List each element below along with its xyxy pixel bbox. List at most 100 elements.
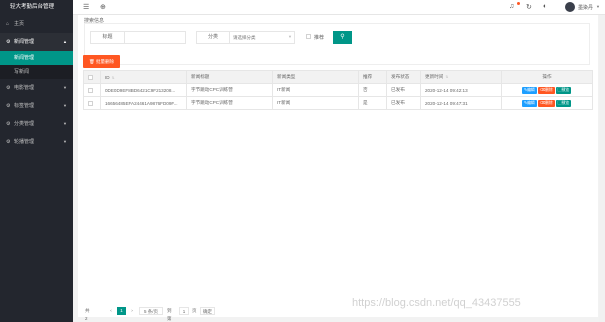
top-header: ☰ ⊕ ♫ ↻ ◐ 墨染丹 ▼ [73, 0, 605, 15]
page-unit-label: 页 [192, 308, 197, 313]
delete-button[interactable]: ⌫删除 [537, 99, 555, 107]
sidebar-item-carousel[interactable]: ⚙ 轮播管理 ▼ [0, 133, 73, 151]
pagination-current-page[interactable]: 1 [117, 307, 126, 315]
sidebar-item-label: 分类管理 [14, 121, 35, 127]
edit-button[interactable]: ✎编辑 [521, 86, 537, 94]
row-checkbox[interactable] [88, 87, 93, 93]
gear-icon: ⚙ [6, 139, 11, 145]
title-label: 标题 [90, 31, 125, 44]
chevron-down-icon: ▼ [63, 139, 67, 144]
search-icon: ⚲ [340, 34, 345, 40]
app-title: 轻大考勤后台管理 [10, 4, 55, 10]
gear-icon: ⚙ [6, 85, 11, 91]
preview-button[interactable]: ▢预览 [555, 99, 572, 107]
cell-updated: 2020-12-14 09:47:31 [420, 96, 502, 110]
cell-id: 0DE0D9EF8BD6421C9F213208... [100, 83, 187, 97]
preview-button[interactable]: ▢预览 [555, 86, 572, 94]
pagination-next[interactable]: › [128, 307, 136, 315]
category-select[interactable] [229, 31, 295, 44]
trash-icon: 🗑 [89, 59, 95, 64]
sidebar-item-categories[interactable]: ⚙ 分类管理 ▼ [0, 115, 73, 133]
menu-toggle-icon[interactable]: ☰ [83, 3, 89, 11]
pagination-prev[interactable]: ‹ [107, 307, 115, 315]
gear-icon: ⚙ [6, 103, 11, 109]
goto-label: 到第 [167, 308, 172, 321]
category-label: 分类 [196, 31, 230, 44]
column-header-id[interactable]: ID ⇅ [100, 70, 187, 84]
title-input[interactable] [124, 31, 186, 44]
cell-id: 16656485EFA24461A9876FD09F... [100, 96, 187, 110]
page-size-select[interactable]: 5 条/页 [139, 307, 163, 315]
search-button[interactable]: ⚲ [333, 31, 352, 44]
edit-button[interactable]: ✎编辑 [521, 99, 537, 107]
refresh-icon[interactable]: ↻ [526, 3, 532, 11]
sidebar-item-home[interactable]: ⌂ 主页 [0, 15, 73, 33]
sidebar-item-movies[interactable]: ⚙ 电影管理 ▼ [0, 79, 73, 97]
search-fieldset [84, 23, 590, 65]
bell-icon[interactable]: ♫ [509, 3, 514, 10]
chevron-down-icon: ▼ [63, 103, 67, 108]
column-header-status: 发布状态 [386, 70, 421, 84]
column-header-recommend: 推荐 [358, 70, 387, 84]
gear-icon: ⚙ [6, 121, 11, 127]
cell-type: IT新闻 [272, 83, 359, 97]
sidebar-item-news[interactable]: ⚙ 新闻管理 ▲ [0, 33, 73, 51]
sidebar-subitem-write-news[interactable]: 写新闻 [0, 65, 73, 79]
recommend-checkbox[interactable] [306, 34, 311, 39]
notification-badge [517, 2, 520, 5]
row-checkbox[interactable] [88, 100, 93, 106]
main-panel: 搜索信息 标题 分类 ▼ 推荐 ⚲ 🗑 批量删除 ID⇅ 新闻标题 新闻类型 推… [78, 15, 598, 321]
chevron-down-icon[interactable]: ▼ [596, 4, 600, 9]
column-header-type: 新闻类型 [272, 70, 359, 84]
row-select-cell [83, 83, 101, 97]
select-all-checkbox[interactable] [88, 74, 93, 80]
theme-icon[interactable]: ◐ [543, 3, 547, 10]
sort-icon[interactable]: ⇅ [445, 75, 448, 79]
home-icon: ⌂ [6, 21, 10, 27]
cell-actions: ✎编辑 ⌫删除 ▢预览 [501, 96, 593, 110]
avatar[interactable] [565, 2, 575, 12]
sidebar-item-tags[interactable]: ⚙ 标签管理 ▼ [0, 97, 73, 115]
sidebar: 轻大考勤后台管理 ⌂ 主页 ⚙ 新闻管理 ▲ 新闻管理 写新闻 ⚙ 电影管理 ▼ ⚙ 标… [0, 0, 73, 322]
row-select-cell [83, 96, 101, 110]
cell-type: IT新闻 [272, 96, 359, 110]
goto-page-input[interactable]: 1 [179, 307, 189, 315]
cell-actions: ✎编辑 ⌫删除 ▢预览 [501, 83, 593, 97]
sidebar-item-label: 轮播管理 [14, 139, 35, 145]
sidebar-subitem-news-manage[interactable]: 新闻管理 [0, 51, 73, 65]
sidebar-menu: ⌂ 主页 ⚙ 新闻管理 ▲ 新闻管理 写新闻 ⚙ 电影管理 ▼ ⚙ 标签管理 ▼ ⚙ 分类… [0, 15, 73, 151]
cell-updated: 2020-12-14 09:42:13 [420, 83, 502, 97]
user-name[interactable]: 墨染丹 [578, 4, 593, 11]
sidebar-item-label: 新闻管理 [14, 39, 35, 45]
gear-icon: ⚙ [6, 39, 11, 45]
watermark: https://blog.csdn.net/qq_43437555 [352, 297, 521, 309]
table-header-row: ID ⇅ 新闻标题 新闻类型 推荐 发布状态 更新时间 ⇅ 操作 [83, 70, 593, 84]
sidebar-item-label: 电影管理 [14, 85, 35, 91]
cell-status: 已发布 [386, 83, 421, 97]
delete-button[interactable]: ⌫删除 [537, 86, 555, 94]
column-header-actions: 操作 [501, 70, 593, 84]
cell-title: 字节跳动CPC训练营 [186, 83, 273, 97]
table-row: 0DE0D9EF8BD6421C9F213208... 字节跳动CPC训练营 I… [83, 83, 593, 97]
select-all-cell [83, 70, 101, 84]
chevron-down-icon: ▼ [288, 34, 292, 39]
news-table: ID ⇅ 新闻标题 新闻类型 推荐 发布状态 更新时间 ⇅ 操作 0DE0D9EF8… [83, 70, 593, 110]
column-header-title: 新闻标题 [186, 70, 273, 84]
scrollbar[interactable] [599, 15, 605, 322]
pagination-total: 共 2 条 [85, 308, 90, 321]
chevron-up-icon: ▲ [63, 39, 67, 44]
batch-delete-button[interactable]: 🗑 批量删除 [83, 55, 120, 68]
cell-recommend: 是 [358, 96, 387, 110]
sidebar-item-label: 主页 [14, 21, 25, 27]
chevron-down-icon: ▼ [63, 121, 67, 126]
sort-icon[interactable]: ⇅ [112, 76, 115, 80]
batch-delete-label: 批量删除 [95, 59, 114, 64]
table-row: 16656485EFA24461A9876FD09F... 字节跳动CPC训练营… [83, 96, 593, 110]
cell-status: 已发布 [386, 96, 421, 110]
sidebar-item-label: 标签管理 [14, 103, 35, 109]
recommend-label: 推荐 [314, 35, 325, 41]
sidebar-submenu-news: 新闻管理 写新闻 [0, 51, 73, 79]
goto-confirm-button[interactable]: 确定 [200, 307, 215, 315]
globe-icon[interactable]: ⊕ [100, 3, 106, 11]
column-header-updated[interactable]: 更新时间 ⇅ [420, 70, 502, 84]
